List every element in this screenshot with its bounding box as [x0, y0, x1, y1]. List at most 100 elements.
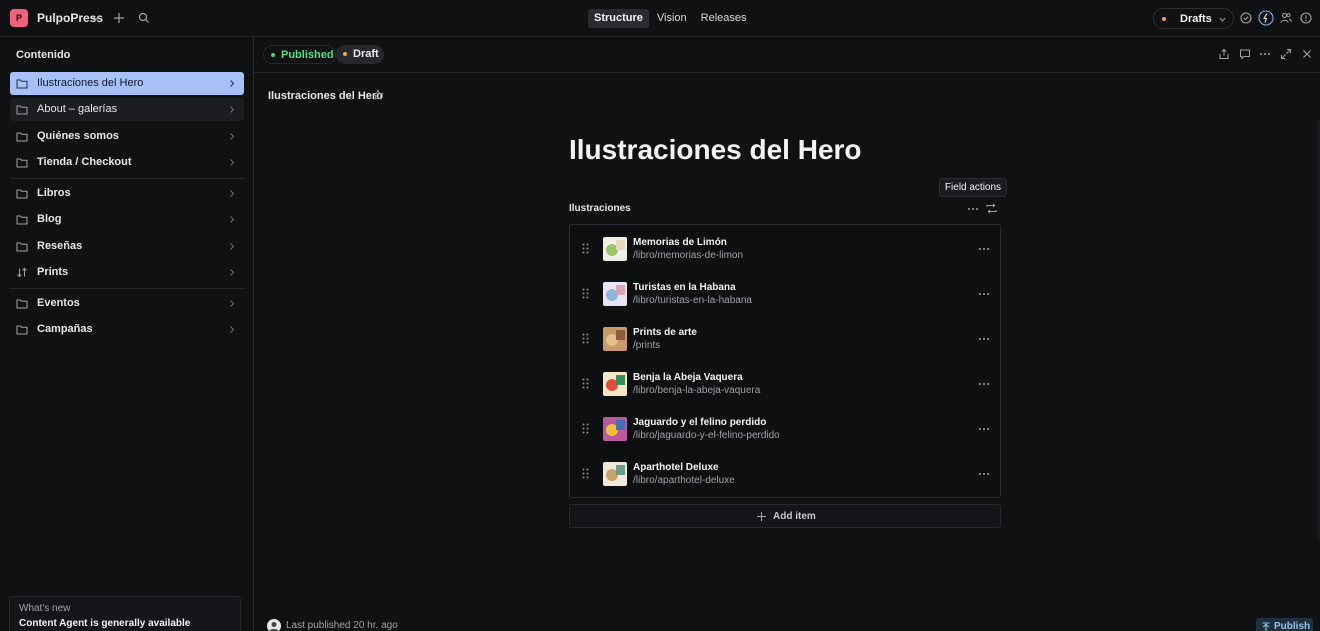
sidebar-item-resenas[interactable]: Reseñas — [10, 235, 244, 258]
illustrations-list: Memorias de Limón /libro/memorias-de-lim… — [569, 224, 1001, 498]
folder-icon — [16, 215, 28, 225]
sidebar-item-label: Libros — [37, 187, 71, 199]
item-menu-icon[interactable] — [978, 247, 990, 251]
whats-new-text: Content Agent is generally available — [19, 618, 191, 629]
sidebar-item-eventos[interactable]: Eventos — [10, 292, 244, 315]
perspective-select[interactable]: Drafts — [1153, 8, 1234, 29]
list-item[interactable]: Benja la Abeja Vaquera /libro/benja-la-a… — [570, 360, 1000, 405]
item-menu-icon[interactable] — [978, 292, 990, 296]
folder-icon — [16, 325, 28, 335]
thumbnail-shape — [616, 420, 625, 430]
sidebar-item-campanas[interactable]: Campañas — [10, 318, 244, 341]
drag-handle-icon[interactable] — [582, 333, 589, 344]
folder-icon — [16, 242, 28, 252]
sort-icon — [17, 267, 27, 278]
sidebar-item-label: Eventos — [37, 297, 80, 309]
item-thumbnail — [603, 237, 627, 261]
sidebar-item-label: Blog — [37, 213, 62, 225]
sidebar-item-tienda-checkout[interactable]: Tienda / Checkout — [10, 151, 244, 174]
share-icon[interactable] — [1218, 48, 1230, 60]
plus-icon — [757, 512, 766, 521]
tab-vision[interactable]: Vision — [651, 9, 693, 28]
publish-icon — [1262, 622, 1270, 631]
sidebar-item-label: Prints — [37, 266, 69, 278]
drag-handle-icon[interactable] — [582, 423, 589, 434]
add-item-button[interactable]: Add item — [569, 504, 1001, 528]
list-item[interactable]: Turistas en la Habana /libro/turistas-en… — [570, 270, 1000, 315]
chevron-right-icon — [230, 133, 235, 140]
chevron-right-icon — [230, 190, 235, 197]
agent-bolt-icon[interactable] — [1258, 10, 1274, 26]
star-icon[interactable] — [372, 89, 384, 101]
sidebar-item-prints[interactable]: Prints — [10, 261, 244, 284]
sidebar-item-label: About – galerías — [37, 103, 118, 115]
item-path: /libro/benja-la-abeja-vaquera — [633, 385, 761, 396]
whats-new-title: What's new — [19, 603, 71, 614]
publish-button[interactable]: Publish — [1256, 618, 1313, 631]
sidebar-divider — [10, 288, 244, 289]
comment-icon[interactable] — [1239, 48, 1251, 60]
draft-status-dot — [1162, 17, 1166, 21]
item-menu-icon[interactable] — [978, 337, 990, 341]
chevron-right-icon — [230, 300, 235, 307]
item-title: Prints de arte — [633, 327, 697, 338]
sidebar: Contenido Ilustraciones del Hero About –… — [0, 37, 254, 631]
thumbnail-shape — [616, 240, 625, 250]
drag-handle-icon[interactable] — [582, 288, 589, 299]
search-icon[interactable] — [138, 12, 150, 24]
workspace-logo[interactable]: P — [10, 9, 28, 27]
item-path: /libro/aparthotel-deluxe — [633, 475, 735, 486]
thumbnail-shape — [616, 375, 625, 385]
item-menu-icon[interactable] — [978, 472, 990, 476]
draft-label: Draft — [353, 48, 379, 60]
field-actions-tooltip: Field actions — [939, 178, 1007, 197]
folder-icon — [16, 299, 28, 309]
sidebar-item-ilustraciones-del-hero[interactable]: Ilustraciones del Hero — [10, 72, 244, 95]
users-icon[interactable] — [1280, 12, 1292, 24]
item-thumbnail — [603, 372, 627, 396]
list-item[interactable]: Jaguardo y el felino perdido /libro/jagu… — [570, 405, 1000, 450]
drag-handle-icon[interactable] — [582, 243, 589, 254]
check-circle-icon[interactable] — [1240, 12, 1252, 24]
tab-structure[interactable]: Structure — [588, 9, 649, 28]
published-label: Published — [281, 49, 334, 61]
main-tabs: Structure Vision Releases — [588, 9, 753, 28]
item-thumbnail — [603, 327, 627, 351]
sidebar-divider — [10, 178, 244, 179]
drag-handle-icon[interactable] — [582, 468, 589, 479]
last-published-text: Last published 20 hr. ago — [286, 620, 398, 631]
published-status-pill[interactable]: Published — [263, 45, 336, 64]
draft-status-pill[interactable]: Draft — [336, 45, 384, 64]
help-icon[interactable] — [1300, 12, 1312, 24]
document-breadcrumb: Ilustraciones del Hero — [268, 90, 383, 102]
sidebar-item-label: Quiénes somos — [37, 130, 119, 142]
plus-icon[interactable] — [113, 12, 125, 24]
tab-releases[interactable]: Releases — [695, 9, 753, 28]
field-actions-icon[interactable] — [967, 203, 979, 215]
folder-icon — [16, 158, 28, 168]
chevron-down-icon[interactable] — [91, 13, 101, 23]
list-item[interactable]: Memorias de Limón /libro/memorias-de-lim… — [570, 225, 1000, 270]
item-path: /libro/turistas-en-la-habana — [633, 295, 752, 306]
folder-icon — [16, 79, 28, 89]
item-path: /libro/jaguardo-y-el-felino-perdido — [633, 430, 780, 441]
expand-icon[interactable] — [1280, 48, 1292, 60]
item-path: /libro/memorias-de-limon — [633, 250, 744, 261]
sync-icon[interactable] — [985, 202, 998, 215]
close-icon[interactable] — [1301, 48, 1313, 60]
folder-icon — [16, 105, 28, 115]
sidebar-item-blog[interactable]: Blog — [10, 208, 244, 231]
sidebar-item-about-galerias[interactable]: About – galerías — [10, 98, 244, 121]
whats-new-card[interactable]: What's new Content Agent is generally av… — [9, 596, 241, 631]
more-icon[interactable] — [1259, 52, 1271, 56]
item-menu-icon[interactable] — [978, 427, 990, 431]
folder-icon — [16, 132, 28, 142]
document-title[interactable]: Ilustraciones del Hero — [569, 134, 862, 166]
drag-handle-icon[interactable] — [582, 378, 589, 389]
sidebar-item-libros[interactable]: Libros — [10, 182, 244, 205]
chevron-right-icon — [230, 243, 235, 250]
list-item[interactable]: Prints de arte /prints — [570, 315, 1000, 360]
item-menu-icon[interactable] — [978, 382, 990, 386]
sidebar-item-quienes-somos[interactable]: Quiénes somos — [10, 125, 244, 148]
list-item[interactable]: Aparthotel Deluxe /libro/aparthotel-delu… — [570, 450, 1000, 495]
